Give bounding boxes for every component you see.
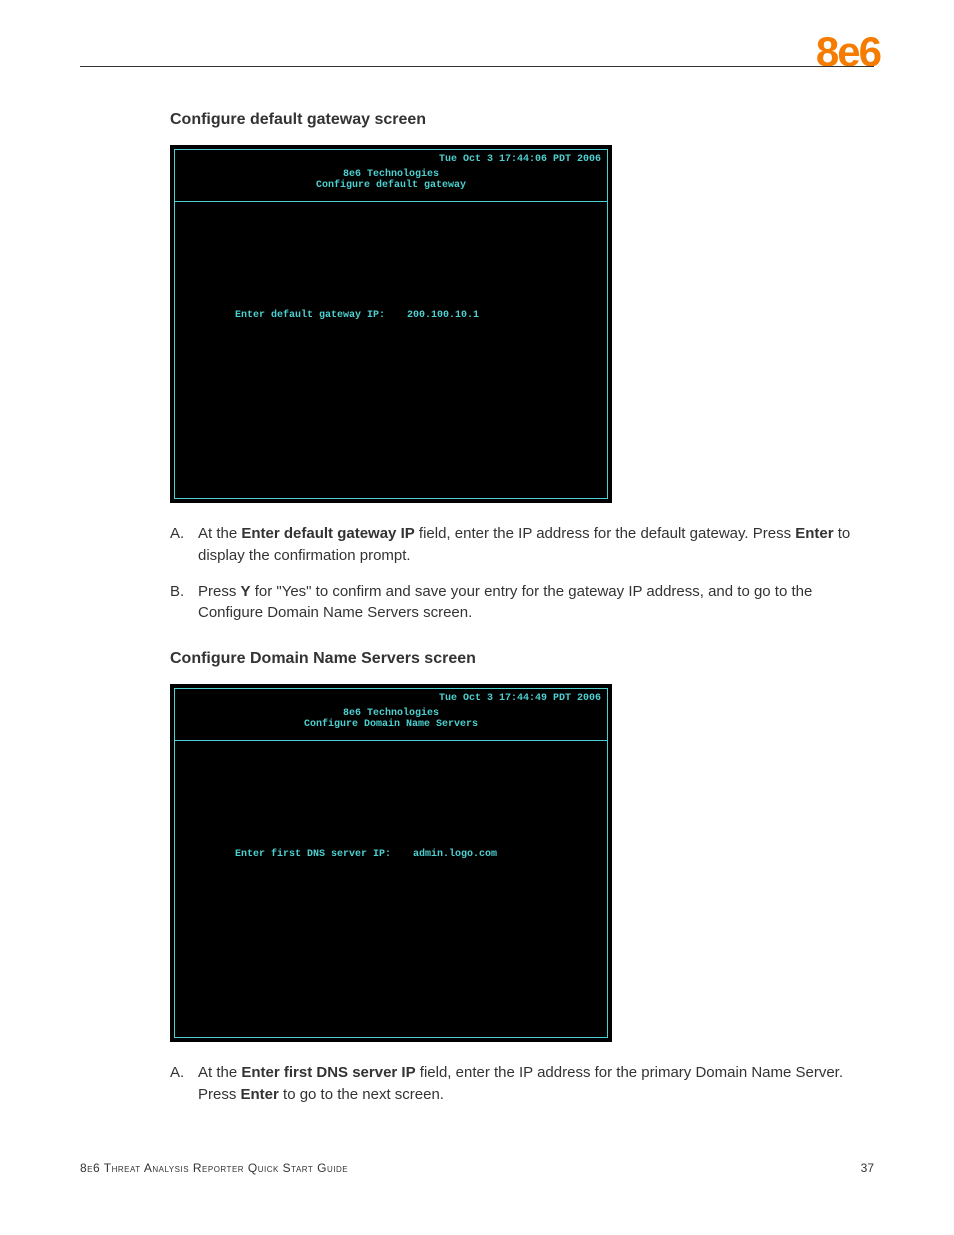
step-text: Press Y for "Yes" to confirm and save yo… bbox=[198, 581, 864, 625]
terminal-subtitle: Configure default gateway bbox=[181, 180, 601, 191]
step-item: A. At the Enter first DNS server IP fiel… bbox=[170, 1062, 864, 1106]
terminal-prompt-label: Enter first DNS server IP: bbox=[235, 849, 391, 860]
step-letter: A. bbox=[170, 523, 198, 567]
step-item: A. At the Enter default gateway IP field… bbox=[170, 523, 864, 567]
section-title-dns: Configure Domain Name Servers screen bbox=[170, 650, 864, 668]
main-content: Configure default gateway screen Tue Oct… bbox=[170, 111, 864, 1106]
terminal-screenshot-gateway: Tue Oct 3 17:44:06 PDT 2006 8e6 Technolo… bbox=[170, 145, 612, 503]
step-list-gateway: A. At the Enter default gateway IP field… bbox=[170, 523, 864, 624]
step-list-dns: A. At the Enter first DNS server IP fiel… bbox=[170, 1062, 864, 1106]
section-title-gateway: Configure default gateway screen bbox=[170, 111, 864, 129]
header-rule bbox=[80, 66, 874, 67]
terminal-date: Tue Oct 3 17:44:06 PDT 2006 bbox=[181, 154, 601, 165]
terminal-subtitle: Configure Domain Name Servers bbox=[181, 719, 601, 730]
brand-logo: 8e6 bbox=[808, 28, 880, 76]
terminal-date: Tue Oct 3 17:44:49 PDT 2006 bbox=[181, 693, 601, 704]
terminal-company: 8e6 Technologies bbox=[181, 708, 601, 719]
step-text: At the Enter default gateway IP field, e… bbox=[198, 523, 864, 567]
terminal-prompt-label: Enter default gateway IP: bbox=[235, 310, 385, 321]
step-text: At the Enter first DNS server IP field, … bbox=[198, 1062, 864, 1106]
terminal-screenshot-dns: Tue Oct 3 17:44:49 PDT 2006 8e6 Technolo… bbox=[170, 684, 612, 1042]
step-letter: B. bbox=[170, 581, 198, 625]
step-item: B. Press Y for "Yes" to confirm and save… bbox=[170, 581, 864, 625]
terminal-company: 8e6 Technologies bbox=[181, 169, 601, 180]
terminal-prompt-value: 200.100.10.1 bbox=[407, 310, 479, 321]
footer-page-number: 37 bbox=[861, 1161, 874, 1175]
footer-guide-title: 8e6 Threat Analysis Reporter Quick Start… bbox=[80, 1161, 348, 1175]
terminal-prompt-value: admin.logo.com bbox=[413, 849, 497, 860]
page-footer: 8e6 Threat Analysis Reporter Quick Start… bbox=[80, 1161, 874, 1175]
step-letter: A. bbox=[170, 1062, 198, 1106]
